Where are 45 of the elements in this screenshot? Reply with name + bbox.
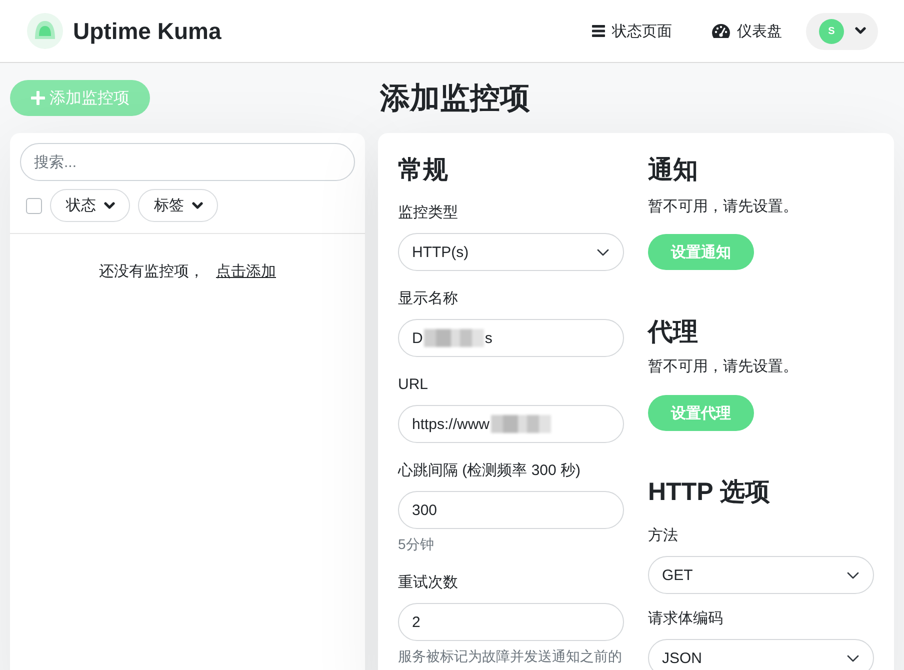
filter-dropdown[interactable]: 标签 bbox=[138, 189, 218, 222]
select-field[interactable]: JSON bbox=[648, 639, 874, 670]
chevron-down-icon bbox=[855, 27, 866, 35]
field-label: 监控类型 bbox=[398, 203, 459, 223]
info-text: 暂不可用，请先设置。 bbox=[648, 357, 799, 377]
select-all-checkbox[interactable] bbox=[26, 198, 42, 214]
chevron-down-icon bbox=[847, 654, 859, 662]
text-field[interactable]: https://www bbox=[398, 405, 624, 443]
section-heading: 代理 bbox=[648, 317, 699, 348]
field-label: 请求体编码 bbox=[648, 609, 724, 629]
field-label: 方法 bbox=[648, 526, 679, 546]
field-label: 显示名称 bbox=[398, 289, 459, 309]
section-heading: 常规 bbox=[398, 155, 449, 186]
select-field[interactable]: GET bbox=[648, 556, 874, 594]
app-name: Uptime Kuma bbox=[73, 18, 222, 44]
text-field[interactable]: 300 bbox=[398, 491, 624, 529]
chevron-down-icon bbox=[847, 572, 859, 578]
add-link[interactable]: 点击添加 bbox=[216, 263, 276, 280]
select-field[interactable]: HTTP(s) bbox=[398, 233, 624, 271]
logo-icon bbox=[27, 13, 63, 49]
field-label: URL bbox=[398, 375, 430, 395]
field-hint: 服务被标记为故障并发送通知之前的 bbox=[398, 647, 623, 666]
field-hint: 5分钟 bbox=[398, 535, 435, 554]
redacted-block bbox=[490, 415, 551, 433]
field-label: 重试次数 bbox=[398, 573, 459, 593]
empty-message: 还没有监控项， 点击添加 bbox=[98, 262, 277, 282]
plus-icon bbox=[30, 91, 44, 105]
search-field[interactable]: 搜索... bbox=[20, 143, 355, 181]
info-text: 暂不可用，请先设置。 bbox=[648, 197, 799, 217]
page-title: 添加监控项 bbox=[380, 81, 531, 117]
field-label: 心跳间隔 (检测频率 300 秒) bbox=[398, 461, 582, 481]
redacted-block bbox=[424, 329, 484, 347]
speedometer-icon bbox=[712, 24, 730, 38]
chevron-down-icon bbox=[192, 202, 203, 210]
filter-dropdown[interactable]: 状态 bbox=[50, 189, 130, 222]
text-field[interactable]: 2 bbox=[398, 603, 624, 641]
nav-link[interactable]: 仪表盘 bbox=[712, 22, 782, 40]
avatar: S bbox=[819, 18, 844, 44]
section-heading: 通知 bbox=[648, 155, 699, 186]
section-heading: HTTP 选项 bbox=[648, 477, 771, 508]
nav-link[interactable]: 状态页面 bbox=[592, 22, 672, 40]
chevron-down-icon bbox=[104, 202, 115, 210]
chevron-down-icon bbox=[597, 248, 609, 256]
menu-icon bbox=[592, 25, 605, 37]
text-field[interactable]: D s bbox=[398, 319, 624, 357]
